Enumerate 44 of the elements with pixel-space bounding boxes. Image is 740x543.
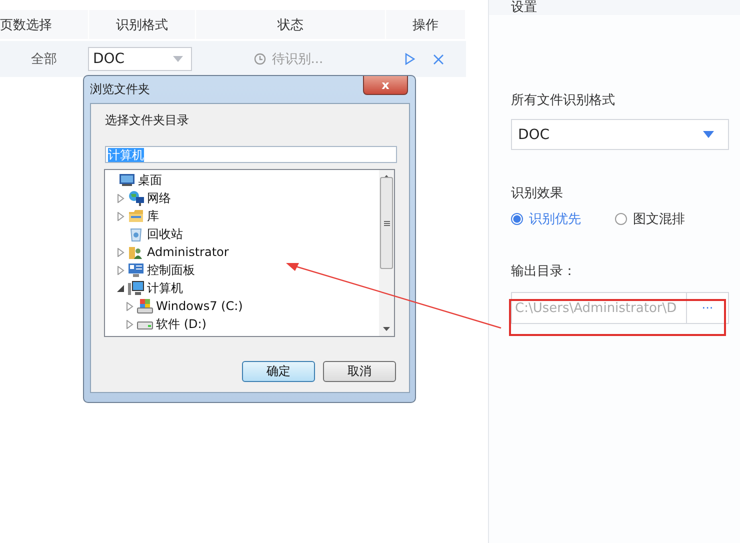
caret-icon <box>703 131 714 138</box>
tree-item[interactable]: Windows7 (C:) <box>156 299 243 313</box>
tree-item[interactable]: 计算机 <box>147 280 183 296</box>
tree-item[interactable]: 网络 <box>147 190 171 206</box>
grip-icon <box>384 220 390 226</box>
table-cell-text: 全部 <box>31 51 57 68</box>
bin-icon <box>128 226 144 242</box>
column-header: 操作 <box>386 10 466 39</box>
monitor-icon <box>119 172 135 188</box>
play-icon <box>405 53 415 65</box>
field-label: 所有文件识别格式 <box>511 92 616 109</box>
column-header: 状态 <box>196 10 386 39</box>
caret-icon <box>173 56 183 62</box>
status-text: 待识别... <box>272 51 324 68</box>
user-folder-icon <box>128 244 144 260</box>
ok-button[interactable]: 确定 <box>242 361 315 382</box>
cancel-button[interactable]: 取消 <box>323 361 396 382</box>
format-dropdown[interactable]: DOC <box>511 119 729 150</box>
tree-item[interactable]: 回收站 <box>147 226 183 242</box>
tree-item[interactable]: 桌面 <box>138 172 162 188</box>
clock-icon <box>254 53 266 65</box>
field-label: 识别效果 <box>511 185 564 202</box>
tree-item[interactable]: 控制面板 <box>147 262 195 278</box>
prompt-text: 选择文件夹目录 <box>105 112 190 129</box>
field-label: 输出目录： <box>511 263 577 280</box>
globe-monitor-icon <box>128 190 144 206</box>
collapse-icon <box>116 284 125 292</box>
column-header: 页数选择 <box>0 10 89 39</box>
control-panel-icon <box>128 262 144 278</box>
drive-icon <box>137 298 153 314</box>
column-header: 识别格式 <box>89 10 196 39</box>
tree-item[interactable]: Administrator <box>147 245 229 259</box>
window-title: 浏览文件夹 <box>90 81 150 98</box>
tree-item[interactable]: 库 <box>147 208 159 224</box>
panel-title: 设置 <box>489 0 740 15</box>
tree-item[interactable]: 软件 (D:) <box>156 316 206 332</box>
radio-option[interactable]: 图文混排 <box>615 210 685 228</box>
radio-option[interactable]: 识别优先 <box>511 210 581 228</box>
computer-icon <box>128 280 144 296</box>
close-icon <box>433 54 444 64</box>
scroll-down-icon <box>383 327 390 331</box>
scrollbar[interactable] <box>379 170 394 336</box>
format-dropdown[interactable]: DOC <box>88 47 192 71</box>
folder-icon <box>128 208 144 224</box>
